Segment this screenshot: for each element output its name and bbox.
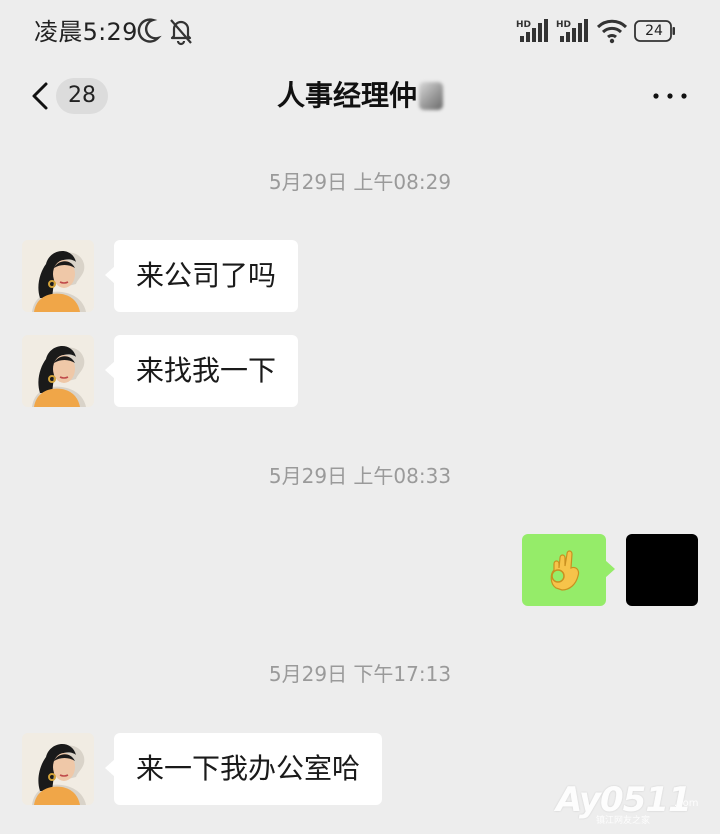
status-time: 凌晨5:29 <box>34 18 138 46</box>
more-dots-icon[interactable] <box>650 90 690 102</box>
wifi-icon <box>596 19 628 44</box>
watermark-domain: .com <box>674 798 699 809</box>
message-timestamp: 5月29日 上午08:33 <box>268 464 452 488</box>
self-avatar[interactable] <box>626 534 698 606</box>
battery-level: 24 <box>645 23 663 39</box>
moon-icon <box>137 18 162 43</box>
chat-title: 人事经理仲 <box>276 79 417 112</box>
watermark-logo: Ay0511 <box>556 780 692 820</box>
message-timestamp: 5月29日 下午17:13 <box>268 662 452 686</box>
message-text: 来公司了吗 <box>136 259 277 292</box>
status-bar: 凌晨5:29 HD HD 24 <box>0 0 720 64</box>
avatar[interactable] <box>22 733 94 805</box>
site-watermark: Ay0511 .com 镇江网友之家 <box>556 780 706 826</box>
hd-signal-icon: HD <box>516 19 548 42</box>
ok-hand-emoji <box>550 550 580 591</box>
hd-signal-icon: HD <box>556 19 588 42</box>
contact-avatar-illustration <box>22 335 94 407</box>
mute-bell-icon <box>170 19 192 46</box>
outgoing-message-bubble[interactable] <box>522 534 615 606</box>
avatar[interactable] <box>22 240 94 312</box>
incoming-message-bubble[interactable]: 来一下我办公室哈 <box>104 733 383 805</box>
contact-avatar-illustration <box>22 733 94 805</box>
watermark-subtitle: 镇江网友之家 <box>596 816 651 826</box>
message-text: 来找我一下 <box>136 354 277 387</box>
avatar[interactable] <box>22 335 94 407</box>
contact-avatar-illustration <box>22 240 94 312</box>
chat-title-container: 人事经理仲 <box>0 76 720 116</box>
message-timestamp: 5月29日 上午08:29 <box>268 170 452 194</box>
svg-text:HD: HD <box>516 20 531 30</box>
incoming-message-bubble[interactable]: 来公司了吗 <box>104 240 299 312</box>
svg-text:HD: HD <box>556 20 571 30</box>
redacted-name-blur <box>419 82 443 110</box>
message-text: 来一下我办公室哈 <box>136 752 361 785</box>
incoming-message-bubble[interactable]: 来找我一下 <box>104 335 299 407</box>
